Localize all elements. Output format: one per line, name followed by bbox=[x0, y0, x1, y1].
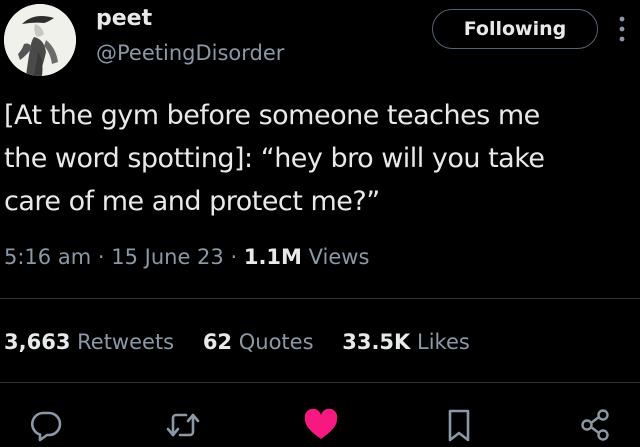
user-handle[interactable]: @PeetingDisorder bbox=[96, 40, 284, 66]
bookmark-button[interactable] bbox=[438, 404, 480, 446]
tweet-date[interactable]: 15 June 23 bbox=[111, 245, 224, 269]
following-button[interactable]: Following bbox=[432, 9, 598, 49]
share-icon bbox=[581, 409, 609, 441]
views-label: Views bbox=[308, 245, 370, 269]
avatar-image bbox=[4, 4, 76, 76]
likes-count: 33.5K bbox=[342, 330, 411, 354]
engagement-stats: 3,663 Retweets 62 Quotes 33.5K Likes bbox=[4, 329, 492, 355]
divider bbox=[0, 382, 640, 383]
divider bbox=[0, 298, 640, 299]
more-options-icon[interactable] bbox=[615, 12, 629, 46]
retweets-label: Retweets bbox=[77, 330, 175, 354]
retweet-icon bbox=[166, 413, 200, 437]
retweets-count: 3,663 bbox=[4, 330, 71, 354]
like-button[interactable] bbox=[300, 404, 342, 446]
tweet-meta: 5:16 am · 15 June 23 · 1.1M Views bbox=[4, 244, 369, 270]
quotes-label: Quotes bbox=[238, 330, 314, 354]
display-name[interactable]: peet bbox=[96, 6, 152, 32]
views-count: 1.1M bbox=[243, 245, 302, 269]
likes-stat[interactable]: 33.5K Likes bbox=[342, 330, 470, 354]
bookmark-icon bbox=[448, 409, 470, 442]
reply-button[interactable] bbox=[25, 404, 67, 446]
tweet-time[interactable]: 5:16 am bbox=[4, 245, 91, 269]
likes-label: Likes bbox=[417, 330, 470, 354]
avatar[interactable] bbox=[4, 4, 76, 76]
quotes-stat[interactable]: 62 Quotes bbox=[203, 330, 314, 354]
like-icon bbox=[304, 408, 338, 439]
tweet-text: [At the gym before someone teaches me th… bbox=[4, 100, 545, 217]
retweet-button[interactable] bbox=[162, 404, 204, 446]
reply-icon bbox=[31, 411, 62, 442]
meta-separator: · bbox=[230, 245, 238, 269]
quotes-count: 62 bbox=[202, 330, 233, 354]
retweets-stat[interactable]: 3,663 Retweets bbox=[4, 330, 174, 354]
meta-separator: · bbox=[97, 245, 105, 269]
share-button[interactable] bbox=[574, 404, 616, 446]
